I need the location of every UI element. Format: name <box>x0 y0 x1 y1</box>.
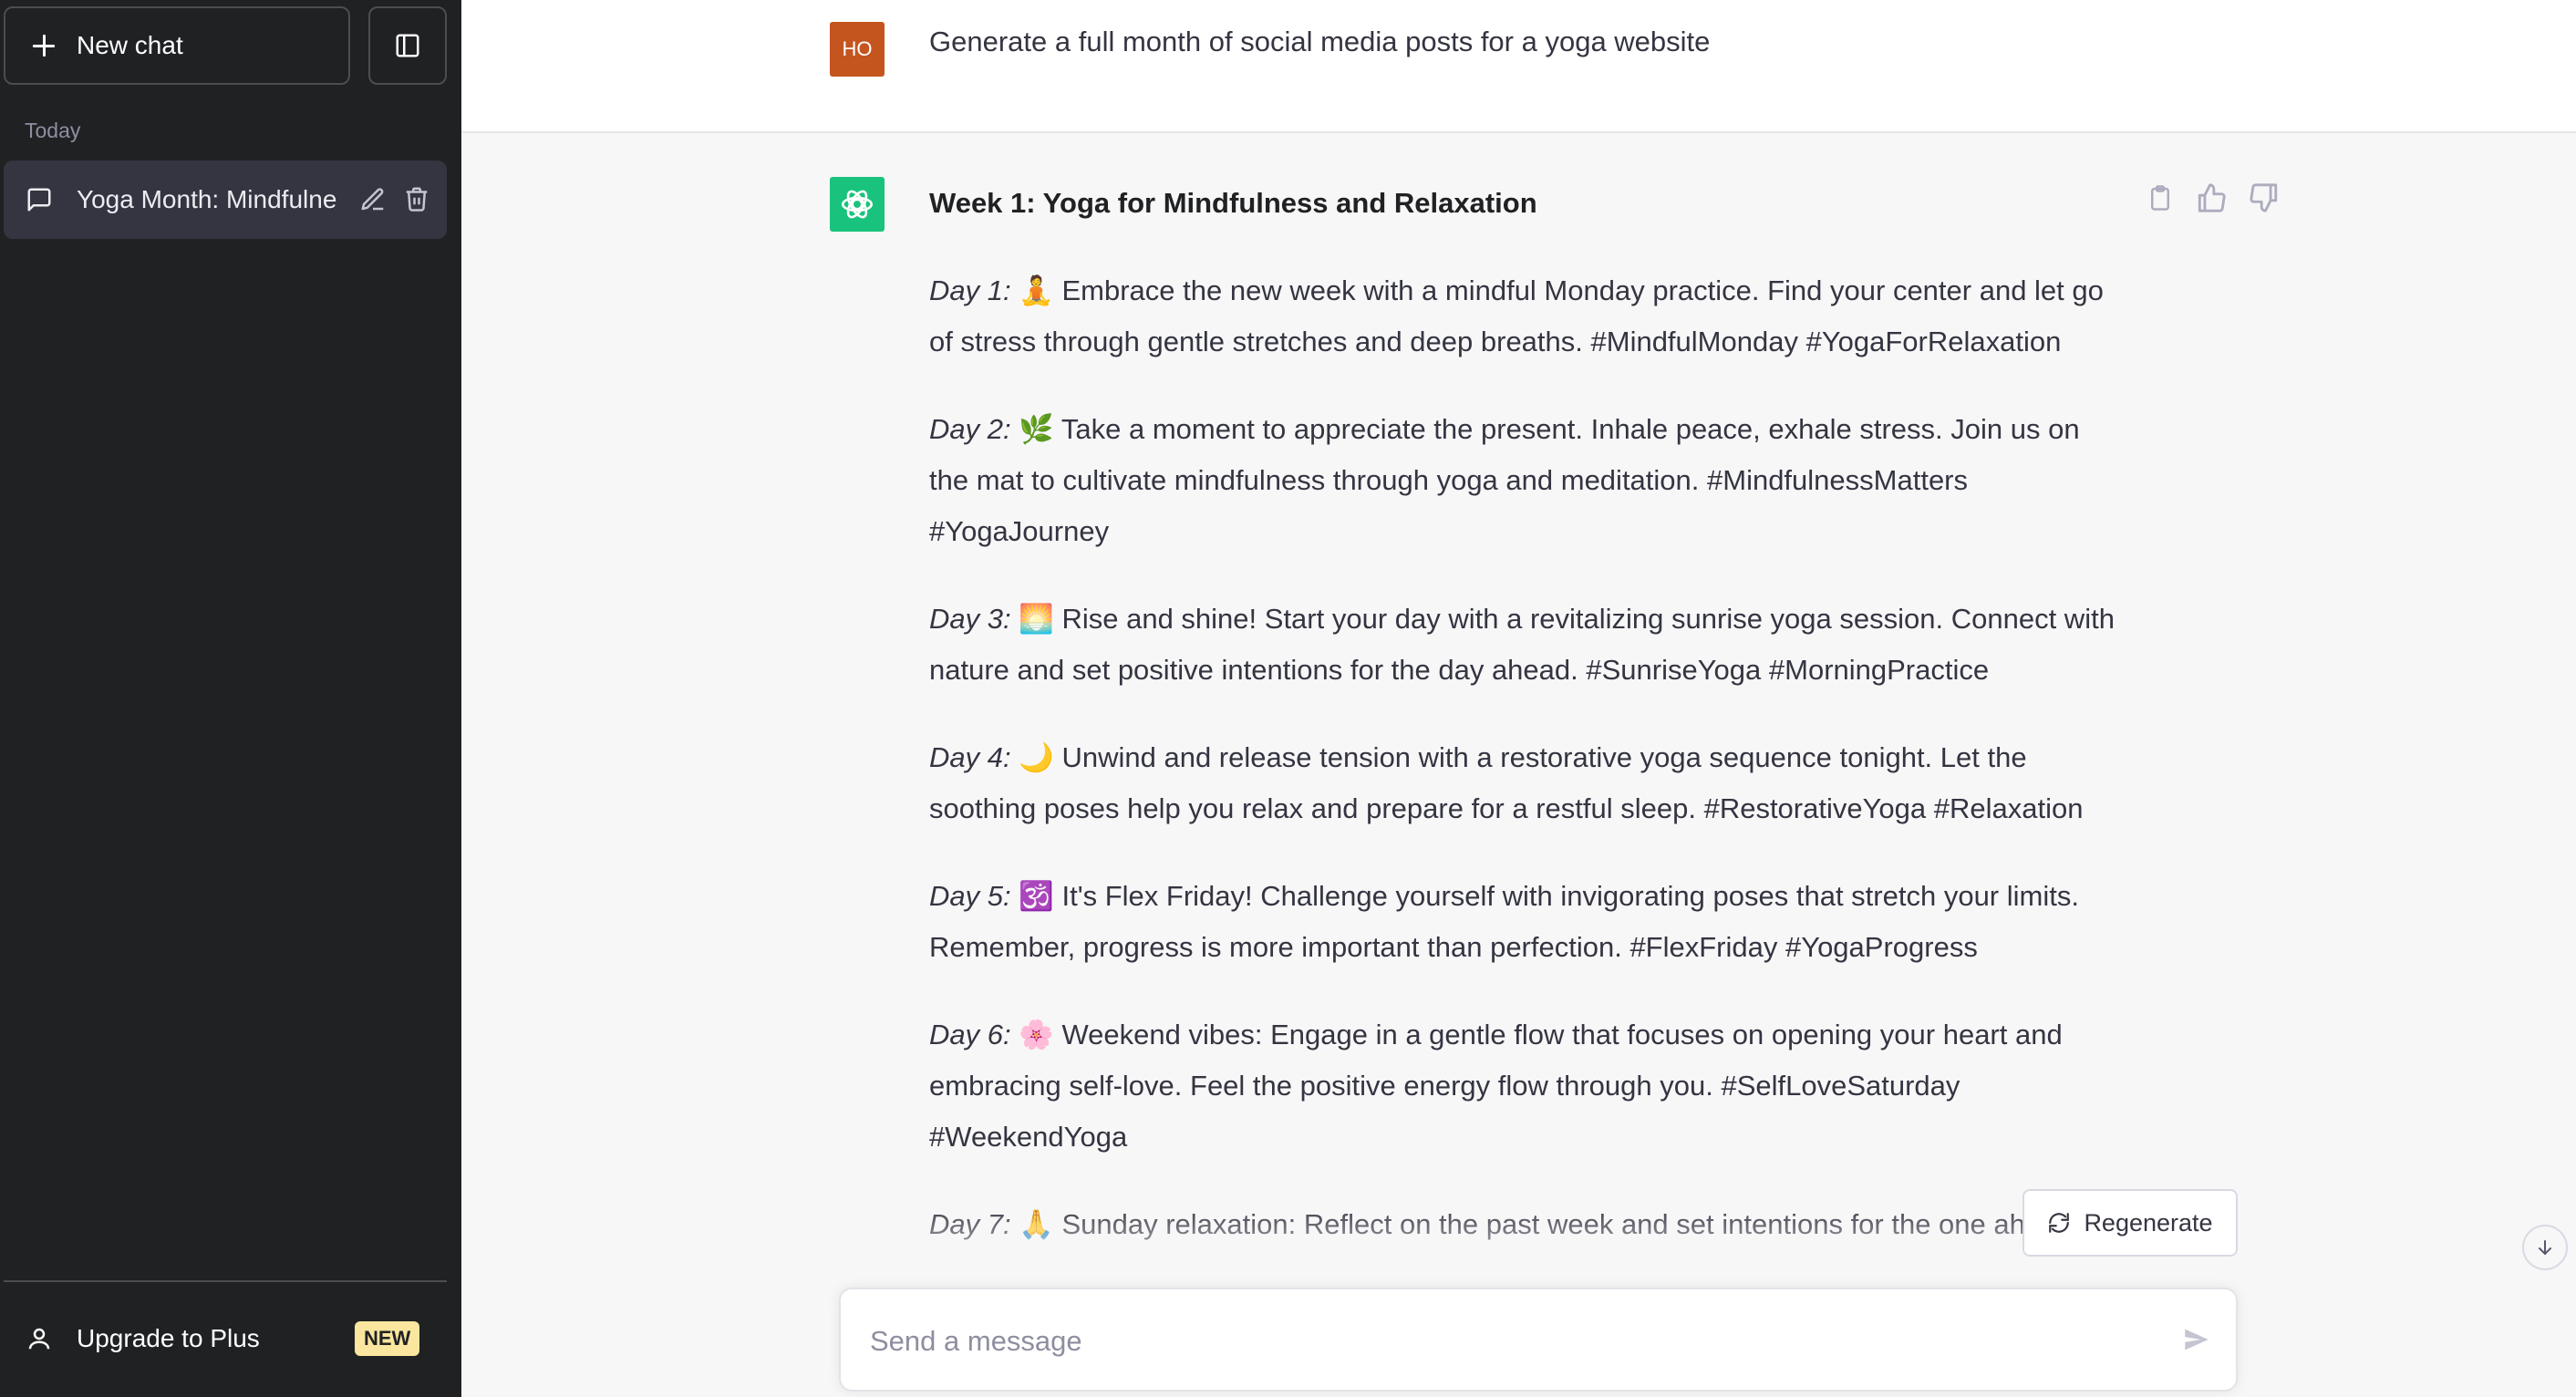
post-day-1: Day 1: 🧘 Embrace the new week with a min… <box>929 274 2104 357</box>
upgrade-label: Upgrade to Plus <box>77 1324 260 1352</box>
sidebar: New chat Today Yoga Month: Mindfulne Upg… <box>0 0 461 1397</box>
clipboard-icon[interactable] <box>2147 182 2174 213</box>
regenerate-label: Regenerate <box>2084 1208 2213 1237</box>
chat-bubble-icon <box>26 186 53 213</box>
pencil-icon[interactable] <box>359 186 387 220</box>
trash-icon[interactable] <box>403 185 430 219</box>
regenerate-button[interactable]: Regenerate <box>2023 1189 2238 1257</box>
user-message-row: HO Generate a full month of social media… <box>461 0 2576 133</box>
toggle-sidebar-button[interactable] <box>368 6 447 85</box>
message-composer <box>839 1288 2238 1392</box>
thumbs-up-icon[interactable] <box>2196 182 2227 213</box>
user-avatar: HO <box>830 22 885 77</box>
refresh-icon <box>2047 1211 2071 1235</box>
upgrade-to-plus-button[interactable]: Upgrade to Plus NEW <box>4 1299 447 1378</box>
post-day-4: Day 4: 🌙 Unwind and release tension with… <box>929 741 2084 824</box>
assistant-response: Week 1: Yoga for Mindfulness and Relaxat… <box>929 178 2124 1287</box>
post-day-5: Day 5: 🕉️ It's Flex Friday! Challenge yo… <box>929 880 2079 963</box>
sidebar-toggle-icon <box>394 32 421 59</box>
new-badge: NEW <box>355 1321 420 1356</box>
assistant-avatar <box>830 177 885 232</box>
arrow-down-icon <box>2534 1237 2556 1258</box>
send-icon[interactable] <box>2181 1324 2212 1355</box>
new-chat-button[interactable]: New chat <box>4 6 350 85</box>
openai-logo <box>838 185 876 223</box>
user-message-text: Generate a full month of social media po… <box>929 26 1711 57</box>
conversation-title: Yoga Month: Mindfulne <box>77 185 337 213</box>
post-day-6: Day 6: 🌸 Weekend vibes: Engage in a gent… <box>929 1019 2063 1153</box>
post-day-3: Day 3: 🌅 Rise and shine! Start your day … <box>929 603 2115 686</box>
message-input[interactable] <box>868 1315 2130 1368</box>
response-heading: Week 1: Yoga for Mindfulness and Relaxat… <box>929 187 1537 219</box>
plus-icon <box>33 35 55 57</box>
sidebar-conversation-item[interactable]: Yoga Month: Mindfulne <box>4 160 447 239</box>
user-icon <box>26 1325 53 1352</box>
sidebar-divider <box>4 1280 447 1282</box>
scroll-to-bottom-button[interactable] <box>2522 1225 2568 1270</box>
post-day-7: Day 7: 🙏 Sunday relaxation: Reflect on t… <box>929 1208 2081 1240</box>
thumbs-down-icon[interactable] <box>2249 182 2280 213</box>
section-label-today: Today <box>25 119 81 142</box>
new-chat-label: New chat <box>77 31 183 59</box>
post-day-2: Day 2: 🌿 Take a moment to appreciate the… <box>929 413 2080 547</box>
chat-main: HO Generate a full month of social media… <box>461 0 2576 1397</box>
